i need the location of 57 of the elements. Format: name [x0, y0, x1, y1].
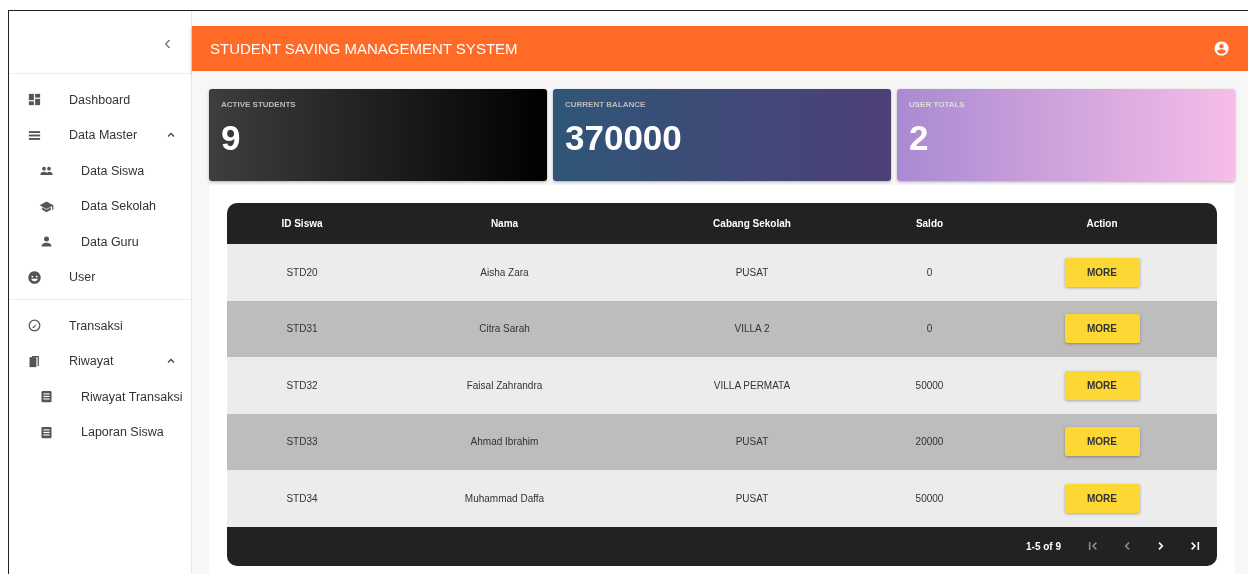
stat-value: 2 — [909, 118, 930, 158]
table-cell-text: Faisal Zahrandra — [465, 379, 544, 391]
table-cell-text: 20000 — [914, 436, 945, 448]
nav-item[interactable]: Data Guru — [9, 224, 191, 260]
account-icon[interactable] — [1213, 40, 1230, 57]
more-button[interactable]: MORE — [1064, 427, 1140, 457]
column-header: Saldo — [914, 218, 945, 229]
gauge-icon — [27, 318, 42, 334]
person-icon — [39, 234, 54, 250]
more-button[interactable]: MORE — [1064, 483, 1140, 513]
nav-item[interactable]: Data Siswa — [9, 153, 191, 189]
face-icon — [27, 269, 42, 285]
nav-item[interactable]: Data Master — [9, 117, 191, 153]
document-icon — [39, 424, 54, 440]
table-cell-text: Aisha Zara — [479, 266, 530, 278]
books-icon — [27, 353, 42, 369]
table-cell-text: VILLA 2 — [733, 323, 771, 335]
nav-item[interactable]: Transaksi — [9, 308, 191, 344]
column-header: Action — [1085, 218, 1119, 229]
table-cell-text: 0 — [925, 266, 934, 278]
table-cell-text: PUSAT — [734, 266, 770, 278]
table-cell-text: STD34 — [285, 492, 319, 504]
table-cell-text: STD32 — [285, 379, 319, 391]
stat-label: CURRENT BALANCE — [565, 100, 647, 109]
table-cell-text: 0 — [925, 323, 934, 335]
more-button[interactable]: MORE — [1064, 370, 1140, 400]
table-cell-text: Muhammad Daffa — [463, 492, 546, 504]
column-header: ID Siswa — [280, 218, 324, 229]
stat-label: ACTIVE STUDENTS — [221, 100, 297, 109]
column-header: Cabang Sekolah — [712, 218, 792, 229]
table-cell-text: 50000 — [914, 379, 945, 391]
table-cell-text: PUSAT — [734, 436, 770, 448]
stat-value: 9 — [221, 118, 242, 158]
pagination-range: 1-5 of 9 — [1026, 540, 1061, 552]
app-title: STUDENT SAVING MANAGEMENT SYSTEM — [210, 40, 518, 57]
nav-item[interactable]: Riwayat Transaksi — [9, 379, 191, 415]
dashboard-icon — [27, 92, 42, 108]
table-cell-text: VILLA PERMATA — [712, 379, 792, 391]
nav-item[interactable]: User — [9, 259, 191, 295]
table-cell-text: Citra Sarah — [478, 323, 531, 335]
nav-item[interactable]: Riwayat — [9, 343, 191, 379]
table-cell-text: Ahmad Ibrahim — [469, 436, 540, 448]
column-header: Nama — [489, 218, 520, 229]
more-button[interactable]: MORE — [1064, 314, 1140, 344]
table-cell-text: STD33 — [285, 436, 319, 448]
table-cell-text: STD31 — [285, 323, 319, 335]
table-cell-text: STD20 — [285, 266, 319, 278]
document-icon — [39, 389, 54, 405]
more-button[interactable]: MORE — [1064, 257, 1140, 287]
stat-label: USER TOTALS — [909, 100, 966, 109]
stat-value: 370000 — [565, 118, 683, 158]
nav-item[interactable]: Data Sekolah — [9, 188, 191, 224]
collapse-button[interactable]: ‹ — [160, 32, 175, 52]
nav-item[interactable]: Dashboard — [9, 82, 191, 118]
table-cell-text: 50000 — [914, 492, 945, 504]
nav-item[interactable]: Laporan Siswa — [9, 414, 191, 450]
table-cell-text: PUSAT — [734, 492, 770, 504]
